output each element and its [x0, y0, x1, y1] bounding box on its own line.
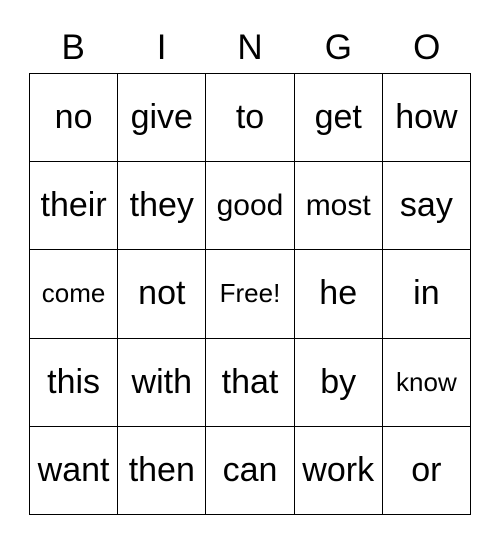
bingo-cell: give	[118, 74, 207, 163]
bingo-cell: that	[206, 338, 295, 427]
header-letter-g: G	[324, 28, 352, 67]
bingo-cell: work	[294, 426, 383, 515]
bingo-cell: with	[118, 338, 207, 427]
bingo-cell: in	[382, 250, 471, 339]
header-letter-o: O	[413, 28, 441, 67]
bingo-cell: their	[30, 162, 119, 251]
bingo-cell: not	[118, 250, 207, 339]
bingo-cell: then	[118, 426, 207, 515]
free-space-cell: Free!	[206, 250, 295, 339]
header-letter-i: I	[156, 28, 167, 67]
bingo-cell: to	[206, 74, 295, 163]
bingo-cell: get	[294, 74, 383, 163]
header-letter-n: N	[237, 28, 263, 67]
bingo-cell: he	[294, 250, 383, 339]
bingo-cell: come	[30, 250, 119, 339]
bingo-cell: this	[30, 338, 119, 427]
bingo-cell: say	[382, 162, 471, 251]
header-letter-b: B	[61, 28, 85, 67]
bingo-cell: most	[294, 162, 383, 251]
bingo-cell: how	[382, 74, 471, 163]
bingo-cell: know	[382, 338, 471, 427]
bingo-cell: no	[30, 74, 119, 163]
bingo-cell: they	[118, 162, 207, 251]
bingo-cell: want	[30, 426, 119, 515]
bingo-cell: or	[382, 426, 471, 515]
bingo-cell: good	[206, 162, 295, 251]
bingo-cell: can	[206, 426, 295, 515]
bingo-grid: no give to get how their they good most …	[29, 73, 471, 515]
bingo-header: B I N G O	[29, 26, 471, 70]
bingo-cell: by	[294, 338, 383, 427]
